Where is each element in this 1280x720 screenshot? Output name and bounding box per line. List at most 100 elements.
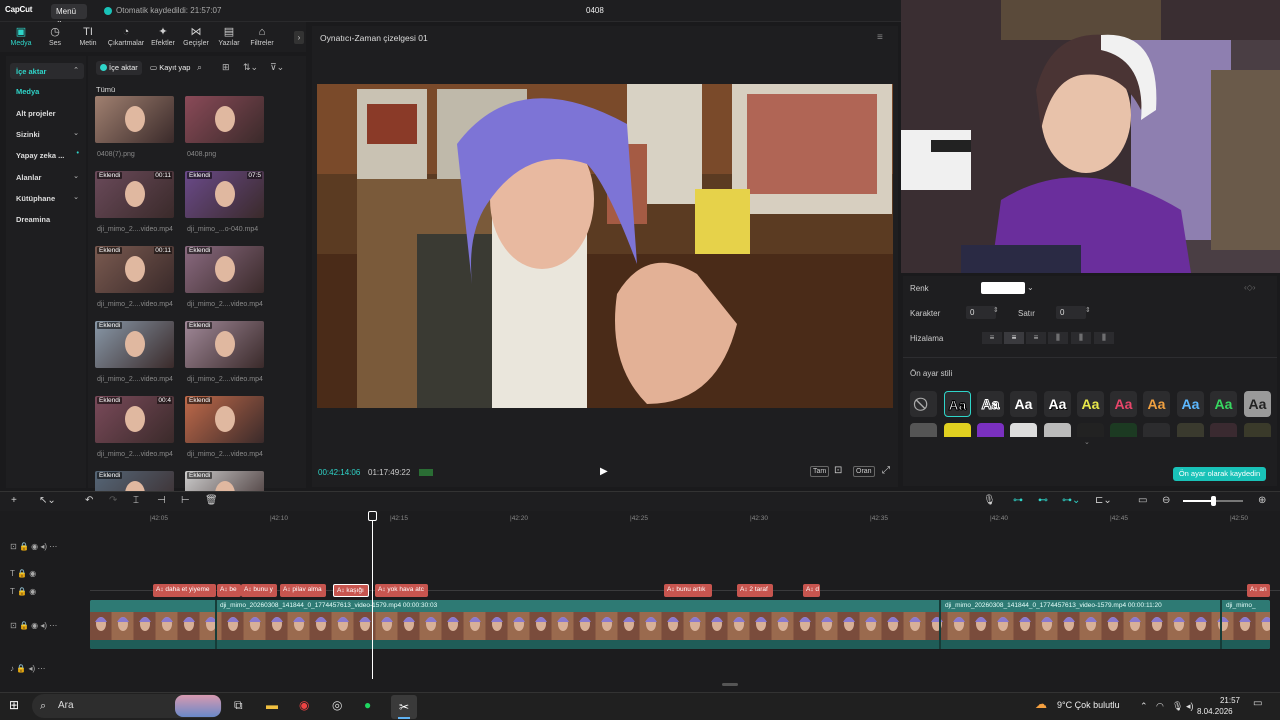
sidebar-item-import[interactable]: İçe aktar ⌃	[10, 63, 84, 79]
aspect-ratio-button[interactable]: Oran	[853, 466, 875, 477]
lock-icon[interactable]: 🔒	[16, 664, 26, 673]
preset-style[interactable]: Aa	[1010, 391, 1037, 417]
preset-style[interactable]: Aa	[1143, 391, 1170, 417]
preset-style[interactable]: Aa	[1077, 391, 1104, 417]
tab-media[interactable]: ▣ Medya	[4, 26, 38, 47]
stepper-icon[interactable]: ⇕	[1085, 306, 1091, 314]
preset-style[interactable]	[1044, 423, 1071, 437]
sidebar-item-ai[interactable]: Yapay zeka ... •	[10, 147, 84, 163]
lock-icon[interactable]: 🔒	[17, 587, 27, 596]
lock-icon[interactable]: 🔒	[19, 621, 29, 630]
obs-icon[interactable]: ◎	[332, 698, 342, 712]
preset-style[interactable]: Aa	[1044, 391, 1071, 417]
task-view-icon[interactable]: ⧉	[234, 698, 243, 713]
more-icon[interactable]: ⋯	[49, 621, 57, 630]
video-preview[interactable]	[317, 84, 893, 408]
more-icon[interactable]: ⋯	[49, 542, 57, 551]
preset-style[interactable]	[1010, 423, 1037, 437]
tab-captions[interactable]: ▤ Yazılar	[212, 26, 246, 47]
filter-icon[interactable]: ⊽⌄	[270, 62, 284, 73]
eye-icon[interactable]: ◉	[29, 587, 36, 596]
media-thumbnail[interactable]	[185, 96, 264, 143]
search-icon[interactable]: ⌕	[197, 62, 202, 73]
trim-left-icon[interactable]: ⊣	[157, 495, 166, 506]
microphone-icon[interactable]: 🎙	[983, 495, 996, 506]
playhead-handle[interactable]	[368, 511, 377, 521]
chevron-up-icon[interactable]: ⌃	[1140, 701, 1148, 712]
lock-icon[interactable]: 🔒	[19, 542, 29, 551]
keyframe-icon[interactable]: ‹◇›	[1244, 283, 1255, 292]
add-track-icon[interactable]: +	[11, 495, 17, 506]
import-button[interactable]: İçe aktar	[96, 61, 142, 75]
magnet-icon[interactable]: ⊷	[1038, 495, 1048, 506]
eye-icon[interactable]: ◉	[31, 621, 38, 630]
record-button[interactable]: ▭ Kayıt yap	[148, 61, 194, 75]
volume-icon[interactable]: ◂)	[1186, 701, 1194, 712]
media-thumbnail[interactable]: Eklendi 07:5	[185, 171, 264, 218]
text-clip[interactable]: A↕ pilav alma	[280, 584, 326, 597]
clock-date[interactable]: 8.04.2026	[1197, 707, 1233, 716]
delete-icon[interactable]: 🗑	[205, 495, 218, 506]
preset-style[interactable]: Aa	[1110, 391, 1137, 417]
lock-icon[interactable]: 🔒	[17, 569, 27, 578]
grid-view-icon[interactable]: ⊞	[222, 62, 230, 73]
media-thumbnail[interactable]: Eklendi	[95, 321, 174, 368]
line-spacing-input[interactable]: 0	[1056, 306, 1086, 319]
preset-style[interactable]	[1244, 423, 1271, 437]
preset-style[interactable]: Aa	[944, 391, 971, 417]
more-icon[interactable]: ⋯	[37, 664, 45, 673]
media-thumbnail[interactable]	[95, 96, 174, 143]
file-explorer-icon[interactable]: ▬	[266, 698, 278, 712]
text-clip[interactable]: A↕ d	[803, 584, 820, 597]
hamburger-menu-icon[interactable]: ≡	[877, 32, 883, 43]
sidebar-item-spaces[interactable]: Alanlar ⌄	[10, 169, 84, 185]
preset-style[interactable]	[1110, 423, 1137, 437]
text-clip[interactable]: A↕ bunu y	[241, 584, 277, 597]
full-quality-button[interactable]: Tam	[810, 466, 830, 477]
align-right-icon[interactable]: ≡	[1026, 332, 1046, 344]
fullscreen-icon[interactable]: ⤢	[882, 465, 890, 476]
preset-style[interactable]: Aa	[977, 391, 1004, 417]
tab-text[interactable]: TI Metin	[71, 26, 105, 47]
play-icon[interactable]: ▶	[600, 466, 608, 477]
align-center-icon[interactable]: ≡	[1004, 332, 1024, 344]
zoom-in-icon[interactable]: ⊕	[1258, 495, 1266, 506]
text-clip[interactable]: A↕ daha et yiyeme	[153, 584, 216, 597]
tab-transitions[interactable]: ⋈ Geçişler	[179, 26, 213, 47]
trim-right-icon[interactable]: ⊢	[181, 495, 190, 506]
wifi-icon[interactable]: ◠	[1156, 701, 1164, 712]
zoom-slider-handle[interactable]	[1211, 496, 1216, 506]
expand-icon[interactable]: ⌄	[1084, 438, 1090, 446]
align-top-icon[interactable]: ⫼	[1048, 332, 1068, 344]
no-style-icon[interactable]: ⃠	[910, 391, 937, 417]
text-clip[interactable]: A↕ bunu artık	[664, 584, 712, 597]
preset-style[interactable]: Aa	[1210, 391, 1237, 417]
align-left-icon[interactable]: ≡	[982, 332, 1002, 344]
sidebar-item-library[interactable]: Kütüphane ⌄	[10, 190, 84, 206]
text-clip[interactable]: A↕ an	[1247, 584, 1270, 597]
windows-start-icon[interactable]: ⊞	[9, 698, 19, 712]
align-middle-icon[interactable]: ⫼	[1071, 332, 1091, 344]
weather-status[interactable]: 9°C Çok bulutlu	[1057, 700, 1120, 710]
link-icon[interactable]: ⊶	[1013, 495, 1023, 506]
microphone-icon[interactable]: 🎙	[1172, 701, 1183, 712]
stepper-icon[interactable]: ⇕	[993, 306, 999, 314]
eye-icon[interactable]: ◉	[31, 542, 38, 551]
align-bottom-icon[interactable]: ⫼	[1094, 332, 1114, 344]
zoom-out-icon[interactable]: ⊖	[1162, 495, 1170, 506]
clock-time[interactable]: 21:57	[1206, 696, 1240, 705]
preset-style[interactable]	[910, 423, 937, 437]
media-thumbnail[interactable]: Eklendi 00:4	[95, 396, 174, 443]
notification-icon[interactable]: ▭	[1253, 698, 1262, 709]
playhead[interactable]	[372, 511, 373, 679]
select-tool-icon[interactable]: ↖⌄	[39, 495, 56, 506]
sort-icon[interactable]: ⇅⌄	[243, 62, 258, 73]
redo-icon[interactable]: ↷	[109, 495, 117, 506]
char-spacing-input[interactable]: 0	[966, 306, 996, 319]
text-clip[interactable]: A↕ 2 taraf	[737, 584, 773, 597]
speaker-icon[interactable]: ◂)	[40, 621, 47, 630]
preset-style[interactable]: Aa	[1244, 391, 1271, 417]
sidebar-item-yours[interactable]: Sizinki ⌄	[10, 126, 84, 142]
preset-style[interactable]	[944, 423, 971, 437]
sidebar-item-subprojects[interactable]: Alt projeler	[10, 105, 84, 121]
